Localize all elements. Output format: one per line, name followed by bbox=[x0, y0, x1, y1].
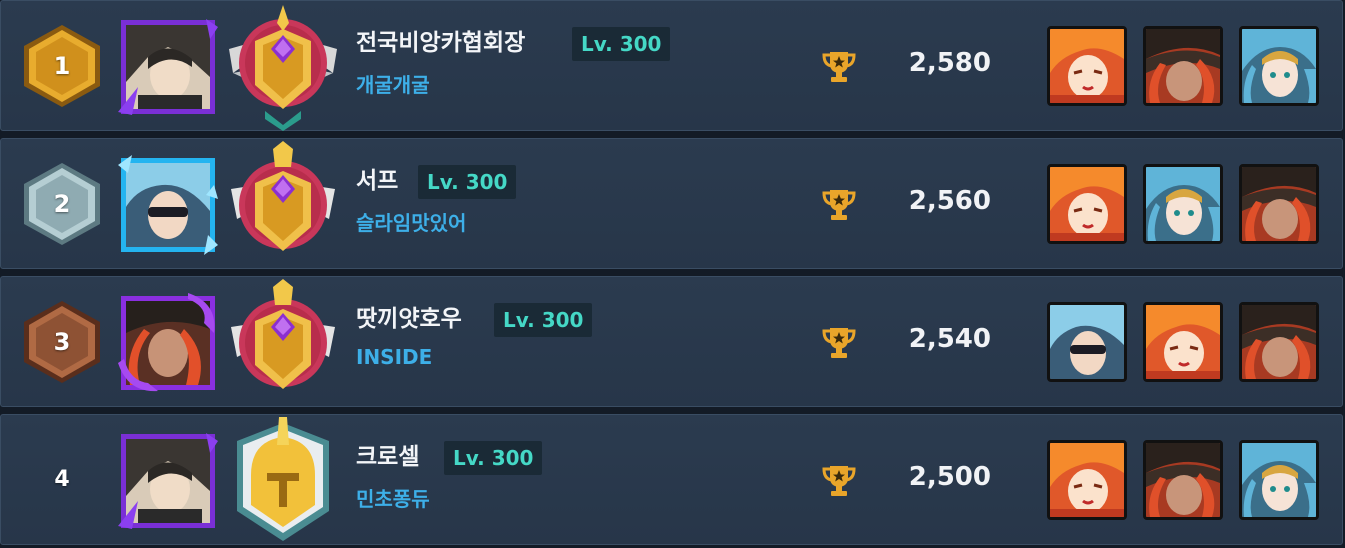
trophy-score: 2,540 bbox=[908, 324, 991, 354]
rank-badge-silver: 2 bbox=[17, 159, 107, 249]
hero-portrait[interactable] bbox=[1047, 302, 1127, 382]
trophy-icon bbox=[822, 328, 856, 358]
hero-portrait[interactable] bbox=[1047, 440, 1127, 520]
blue-haired-girl-icon bbox=[1242, 443, 1316, 517]
crest-icon bbox=[231, 279, 335, 389]
rank-number: 4 bbox=[54, 467, 70, 492]
level-badge: Lv. 300 bbox=[444, 441, 543, 475]
trophy-icon bbox=[822, 52, 856, 82]
trophy-score: 2,580 bbox=[908, 48, 991, 78]
player-avatar[interactable] bbox=[118, 17, 218, 117]
hero-portrait[interactable] bbox=[1239, 440, 1319, 520]
rank-number: 2 bbox=[53, 190, 71, 218]
hero-portrait[interactable] bbox=[1047, 26, 1127, 106]
trophy-icon bbox=[822, 190, 856, 220]
blue-haired-girl-icon bbox=[1146, 167, 1220, 241]
ranking-row[interactable]: 1 전국비앙카협회장 Lv. 300 개굴개굴 2,580 bbox=[0, 0, 1343, 131]
hero-portrait[interactable] bbox=[1143, 440, 1223, 520]
trophy-icon bbox=[822, 466, 856, 496]
guild-name[interactable]: 개굴개굴 bbox=[356, 69, 430, 98]
guild-name[interactable]: 민초퐁듀 bbox=[356, 483, 430, 512]
red-haired-hat-girl-icon bbox=[1146, 443, 1220, 517]
rank-number: 3 bbox=[53, 328, 71, 356]
player-avatar[interactable] bbox=[118, 431, 218, 531]
hero-portrait[interactable] bbox=[1239, 302, 1319, 382]
level-badge: Lv. 300 bbox=[572, 27, 671, 61]
player-name: 크로셀 bbox=[356, 444, 420, 470]
crest-icon bbox=[231, 141, 335, 251]
hero-portrait[interactable] bbox=[1047, 164, 1127, 244]
orange-haired-girl-icon bbox=[1146, 305, 1220, 379]
level-badge: Lv. 300 bbox=[418, 165, 517, 199]
blue-haired-sunglasses-avatar-icon bbox=[118, 155, 218, 255]
orange-haired-girl-icon bbox=[1050, 443, 1124, 517]
blue-haired-girl-icon bbox=[1242, 29, 1316, 103]
orange-haired-girl-icon bbox=[1050, 167, 1124, 241]
guild-emblem bbox=[223, 415, 343, 546]
hero-portrait[interactable] bbox=[1143, 302, 1223, 382]
blue-haired-sunglasses-icon bbox=[1050, 305, 1124, 379]
golden-helmet-icon bbox=[237, 417, 329, 541]
hero-portrait[interactable] bbox=[1239, 164, 1319, 244]
winged-crest-icon bbox=[229, 5, 337, 131]
trophy-score: 2,500 bbox=[908, 462, 991, 492]
player-avatar[interactable] bbox=[118, 155, 218, 255]
ranking-row[interactable]: 3 땃끼얏호우 Lv. 300 INSIDE 2,540 bbox=[0, 276, 1343, 407]
guild-name[interactable]: 슬라임맛있어 bbox=[356, 207, 466, 236]
rank-badge-bronze: 3 bbox=[17, 297, 107, 387]
hero-portrait[interactable] bbox=[1239, 26, 1319, 106]
ranking-board: 1 전국비앙카협회장 Lv. 300 개굴개굴 2,580 2 서프 Lv. 3… bbox=[0, 0, 1345, 548]
trophy-score: 2,560 bbox=[908, 186, 991, 216]
player-avatar[interactable] bbox=[118, 293, 218, 393]
player-name: 서프 bbox=[356, 168, 399, 194]
red-haired-hat-girl-icon bbox=[1242, 305, 1316, 379]
rank-badge-gold: 1 bbox=[17, 21, 107, 111]
dark-haired-heroine-avatar-icon bbox=[118, 19, 218, 115]
red-haired-hat-girl-icon bbox=[1242, 167, 1316, 241]
hero-portrait[interactable] bbox=[1143, 164, 1223, 244]
dark-haired-heroine-avatar-icon bbox=[118, 433, 218, 529]
guild-emblem bbox=[223, 277, 343, 408]
guild-emblem bbox=[223, 139, 343, 270]
player-name: 땃끼얏호우 bbox=[356, 306, 462, 332]
red-haired-hat-girl-icon bbox=[1146, 29, 1220, 103]
rank-number: 1 bbox=[53, 52, 71, 80]
level-badge: Lv. 300 bbox=[494, 303, 593, 337]
player-name: 전국비앙카협회장 bbox=[356, 30, 526, 56]
red-haired-hat-avatar-icon bbox=[118, 293, 215, 392]
hero-portrait[interactable] bbox=[1143, 26, 1223, 106]
orange-haired-girl-icon bbox=[1050, 29, 1124, 103]
guild-name[interactable]: INSIDE bbox=[356, 345, 432, 369]
rank-plain: 4 bbox=[17, 435, 107, 525]
ranking-row[interactable]: 2 서프 Lv. 300 슬라임맛있어 2,560 bbox=[0, 138, 1343, 269]
ranking-row[interactable]: 4 크로셀 Lv. 300 민초퐁듀 2,500 bbox=[0, 414, 1343, 545]
guild-emblem bbox=[223, 1, 343, 132]
